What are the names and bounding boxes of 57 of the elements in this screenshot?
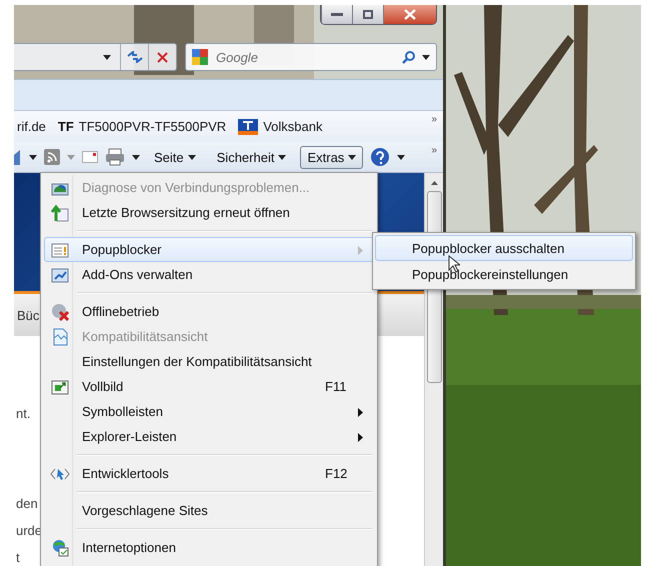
menu-item[interactable]: Vollbild F11 — [44, 374, 374, 399]
page-text: Büc — [17, 308, 40, 322]
menu-item[interactable]: Offlinebetrieb — [44, 299, 374, 324]
menu-item[interactable]: Entwicklertools F12 — [44, 461, 374, 486]
addons-icon — [51, 266, 69, 282]
menu-item[interactable]: Explorer-Leisten — [44, 424, 374, 449]
caret-icon — [132, 154, 140, 160]
dropdown-icon — [102, 54, 110, 60]
search-icon[interactable] — [402, 50, 416, 64]
caret-icon — [29, 154, 37, 160]
printer-icon[interactable] — [105, 148, 125, 166]
menu-item[interactable]: Vorgeschlagene Sites — [44, 498, 374, 523]
menu-item[interactable]: Letzte Browsersitzung erneut öffnen — [44, 200, 374, 225]
minimize-icon[interactable] — [331, 12, 343, 16]
fullscreen-icon — [51, 378, 69, 394]
menu-item[interactable]: Popupblockereinstellungen — [375, 261, 633, 287]
search-box[interactable]: Google — [185, 43, 437, 71]
page-text: t — [15, 550, 20, 565]
caret-icon — [188, 154, 196, 160]
menu-item[interactable]: Internetoptionen — [44, 535, 374, 560]
menu-item[interactable]: Einstellungen der Kompatibilitätsansicht — [44, 349, 374, 374]
chevron[interactable]: » — [431, 145, 437, 156]
menu-item[interactable]: Add-Ons verwalten — [44, 262, 374, 287]
maximize-icon[interactable] — [363, 10, 373, 19]
options-icon — [51, 538, 69, 556]
popup-icon — [51, 242, 69, 258]
toolbar-menu-button[interactable]: Sicherheit — [210, 146, 294, 168]
toolbar-menu-button[interactable]: Seite — [147, 146, 203, 168]
menu-item[interactable]: Popupblocker ausschalten — [375, 235, 633, 261]
refresh-icon[interactable] — [126, 51, 142, 63]
reopen-icon — [51, 204, 69, 222]
chevron[interactable]: » — [431, 114, 437, 125]
help-icon[interactable] — [370, 147, 390, 167]
offline-icon — [51, 302, 69, 320]
menu-item[interactable]: Popupblocker — [44, 237, 374, 262]
page-text: den — [15, 496, 38, 511]
google-logo-icon — [192, 49, 208, 65]
stop-icon[interactable] — [157, 52, 168, 62]
feed-icon[interactable] — [44, 149, 60, 165]
caret-icon — [67, 154, 75, 160]
broken-page-icon — [52, 328, 68, 346]
favorite-link[interactable]: rif.de — [17, 119, 46, 134]
caret-icon — [348, 154, 356, 160]
dropdown-icon — [422, 54, 430, 60]
scroll-up-icon[interactable] — [430, 181, 438, 185]
bank-logo-icon — [238, 118, 258, 134]
favorite-link[interactable]: Volksbank — [238, 118, 322, 134]
developer-tools-icon — [50, 466, 70, 480]
toolbar-menu-button[interactable]: Extras — [300, 146, 364, 168]
close-icon[interactable] — [404, 9, 416, 20]
favorite-link[interactable]: TF TF5000PVR-TF5500PVR — [58, 119, 226, 134]
search-input[interactable]: Google — [214, 48, 396, 66]
mail-icon[interactable] — [82, 151, 98, 163]
page-text: nt. — [15, 406, 30, 421]
caret-icon — [397, 154, 406, 160]
caret-icon — [278, 154, 286, 160]
menu-item[interactable]: Symbolleisten — [44, 399, 374, 424]
